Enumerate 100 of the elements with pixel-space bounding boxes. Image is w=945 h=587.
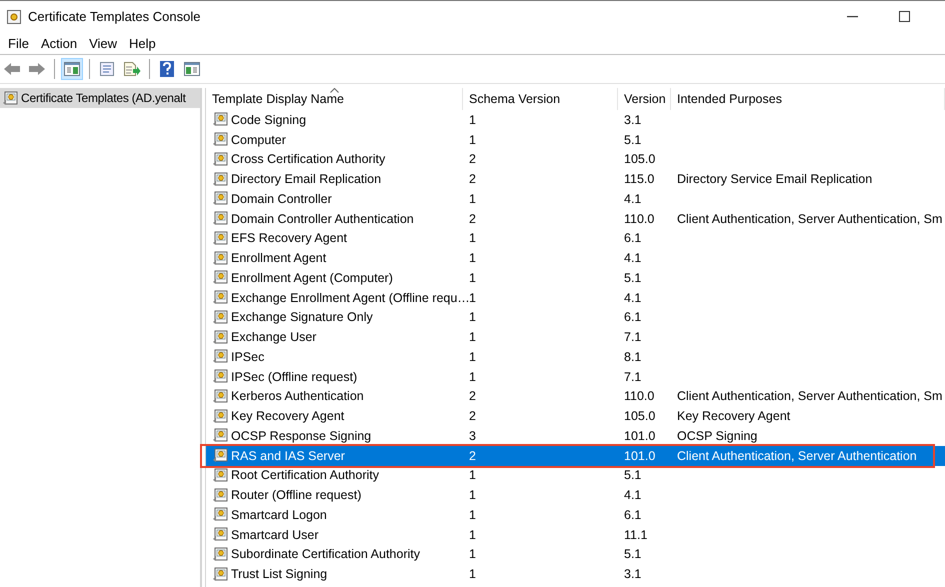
certificate-icon <box>2 90 18 106</box>
table-row[interactable]: OCSP Response Signing 3 101.0 OCSP Signing <box>206 426 945 446</box>
certificate-icon <box>212 290 228 306</box>
table-cell-text: 1 <box>468 270 477 285</box>
table-cell-text: 4.1 <box>623 192 642 206</box>
table-cell-text: 101.0 <box>623 448 656 463</box>
table-cell: Trust List Signing <box>231 567 328 582</box>
table-row[interactable]: Code Signing 1 3.1 <box>206 110 945 130</box>
certificate-icon <box>212 270 228 286</box>
table-cell-text: Client Authentication, Server Authentication, Sm <box>676 212 944 226</box>
certificate-icon <box>212 250 228 266</box>
table-cell-text: 3.1 <box>623 112 642 127</box>
table-row[interactable]: Domain Controller Authentication 2 110.0 Client Authentication, Server Authentication, Sm <box>206 208 945 228</box>
table-cell-text: 1 <box>468 330 477 344</box>
column-header[interactable]: Schema Version <box>463 88 618 110</box>
table-cell-text: 105.0 <box>623 409 656 424</box>
table-row[interactable]: Enrollment Agent 1 4.1 <box>206 248 945 268</box>
table-cell-text: 1 <box>468 231 477 246</box>
table-cell: IPSec <box>231 350 264 364</box>
app-icon <box>6 8 22 24</box>
column-header[interactable]: Version <box>618 88 671 110</box>
table-cell: Router (Offline request) <box>231 488 362 502</box>
table-cell-text: 1 <box>468 508 477 522</box>
table-row[interactable]: Domain Controller 1 4.1 <box>206 189 945 209</box>
certificate-icon <box>212 132 228 148</box>
table-row[interactable]: Subordinate Certification Authority 1 5.1 <box>206 544 945 564</box>
column-header[interactable]: Intended Purposes <box>671 88 945 110</box>
table-cell-text: 1 <box>468 370 477 384</box>
table-row[interactable]: IPSec 1 8.1 <box>206 347 945 367</box>
table-row[interactable]: IPSec (Offline request) 1 7.1 <box>206 366 945 386</box>
table-cell-text: 5.1 <box>623 468 642 482</box>
table-cell-text: 2 <box>468 152 477 166</box>
table-cell-text: 1 <box>468 528 477 542</box>
table-cell-text: 105.0 <box>623 152 656 166</box>
table-cell-text: 6.1 <box>623 508 642 522</box>
properties-icon <box>99 61 115 77</box>
table-cell-text: 1 <box>468 251 477 266</box>
action-pane-icon <box>184 62 200 76</box>
certificate-icon <box>212 527 228 542</box>
table-cell: Enrollment Agent (Computer) <box>231 270 393 285</box>
certificate-icon <box>212 172 228 187</box>
table-cell-text: 1 <box>468 350 477 364</box>
table-row[interactable]: Smartcard User 1 11.1 <box>206 524 945 544</box>
table-cell-text: 1 <box>468 468 477 482</box>
tree-item[interactable]: Certificate Templates (AD.yenalt <box>0 88 200 108</box>
table-cell-text: Client Authentication, Server Authentication, Sm <box>676 389 944 404</box>
menu-item[interactable]: File <box>2 36 35 50</box>
table-cell-text: OCSP Signing <box>676 428 758 443</box>
back-arrow-icon <box>3 62 21 76</box>
certificate-icon <box>212 330 228 345</box>
table-cell-text: 6.1 <box>623 231 642 246</box>
table-row[interactable]: Computer 1 5.1 <box>206 130 945 150</box>
table-row[interactable]: Router (Offline request) 1 4.1 <box>206 485 945 505</box>
table-cell-text: 6.1 <box>623 310 642 324</box>
table-cell-text: 8.1 <box>623 350 642 364</box>
certificate-icon <box>212 152 228 167</box>
menu-item[interactable]: Action <box>34 36 84 50</box>
table-cell: Exchange Enrollment Agent (Offline requ… <box>231 290 470 305</box>
table-row[interactable]: Directory Email Replication 2 115.0 Directory Service Email Replication <box>206 169 945 189</box>
certificate-icon <box>212 428 228 444</box>
certificate-icon <box>212 211 228 226</box>
certificate-icon <box>212 310 228 325</box>
table-row[interactable]: Trust List Signing 1 3.1 <box>206 564 945 584</box>
minimize-icon <box>846 16 858 18</box>
table-cell-text: 1 <box>468 488 477 502</box>
certificate-icon <box>212 566 228 582</box>
table-cell-text: 2 <box>468 409 477 424</box>
table-row[interactable]: Root Certification Authority 1 5.1 <box>206 466 945 486</box>
forward-arrow-icon <box>28 62 46 76</box>
table-cell: Computer <box>231 132 286 147</box>
table-cell-text: 110.0 <box>623 389 656 404</box>
certificate-icon <box>212 468 228 483</box>
column-header[interactable]: Template Display Name <box>206 88 463 110</box>
table-cell-text: 7.1 <box>623 370 642 384</box>
table-cell-text: 1 <box>468 112 477 127</box>
table-row[interactable]: Enrollment Agent (Computer) 1 5.1 <box>206 268 945 288</box>
table-cell: Exchange User <box>231 330 316 344</box>
menu-item[interactable]: View <box>83 36 124 50</box>
table-cell-text: 1 <box>468 192 477 206</box>
toolbar-button[interactable] <box>61 58 83 80</box>
table-row[interactable]: Exchange Signature Only 1 6.1 <box>206 308 945 328</box>
table-row[interactable]: Key Recovery Agent 2 105.0 Key Recovery Agent <box>206 406 945 426</box>
table-row[interactable]: EFS Recovery Agent 1 6.1 <box>206 228 945 248</box>
table-cell-text: 1 <box>468 310 477 324</box>
export-list-icon <box>123 61 141 77</box>
table-cell: Subordinate Certification Authority <box>231 547 420 562</box>
table-cell: Cross Certification Authority <box>231 152 386 166</box>
table-row[interactable]: Exchange Enrollment Agent (Offline requ…1 4.1 <box>206 288 945 308</box>
table-row[interactable]: Smartcard Logon 1 6.1 <box>206 505 945 525</box>
table-cell: Root Certification Authority <box>231 468 379 482</box>
table-cell-text: 4.1 <box>623 488 642 502</box>
table-cell-text: 2 <box>468 448 477 463</box>
table-row[interactable]: Kerberos Authentication 2 110.0 Client Authentication, Server Authentication, Sm <box>206 386 945 406</box>
certificate-icon <box>212 112 228 128</box>
menu-item[interactable]: Help <box>123 36 162 50</box>
table-row[interactable]: Exchange User 1 7.1 <box>206 327 945 347</box>
table-cell: Key Recovery Agent <box>231 409 344 424</box>
table-cell: IPSec (Offline request) <box>231 370 358 384</box>
table-cell-text: 115.0 <box>623 172 656 186</box>
table-row[interactable]: Cross Certification Authority 2 105.0 <box>206 150 945 170</box>
